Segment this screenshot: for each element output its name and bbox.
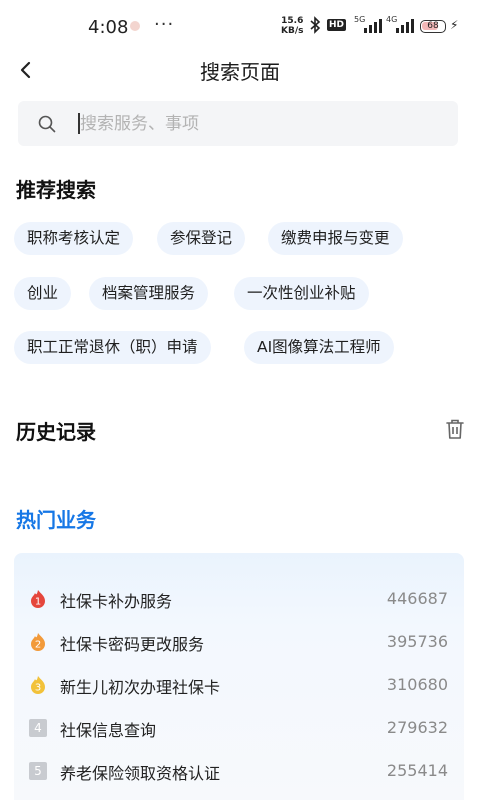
svg-text:3: 3 xyxy=(35,683,41,694)
rank-badge: 4 xyxy=(29,719,47,737)
hot-item-count: 279632 xyxy=(386,718,448,737)
recommend-tag[interactable]: 创业 xyxy=(14,277,72,310)
net-speed-unit: KB/s xyxy=(281,26,304,36)
hot-item-name: 社保信息查询 xyxy=(60,721,157,740)
svg-text:2: 2 xyxy=(35,640,41,651)
hot-list-item[interactable]: 3 新生儿初次办理社保卡 310680 xyxy=(14,670,464,700)
hd-badge-icon: HD xyxy=(327,19,347,31)
bluetooth-icon xyxy=(310,16,321,34)
more-notifications-icon: ··· xyxy=(154,14,175,35)
recommend-title: 推荐搜索 xyxy=(16,178,96,202)
trash-icon[interactable] xyxy=(443,417,467,441)
hot-item-count: 310680 xyxy=(386,675,448,694)
hot-item-count: 395736 xyxy=(386,632,448,651)
status-bar: 4:08 ··· 15.6 KB/s HD 5G 4G 68 ⚡ xyxy=(0,0,480,52)
page-title: 搜索页面 xyxy=(200,60,280,84)
battery-level: 68 xyxy=(427,21,439,31)
charging-icon: ⚡ xyxy=(450,18,459,32)
hot-list-item[interactable]: 5 养老保险领取资格认证 255414 xyxy=(14,756,464,786)
signal-icon xyxy=(364,19,382,33)
rank-2-flame-icon: 2 xyxy=(31,633,45,651)
hot-item-name: 新生儿初次办理社保卡 xyxy=(60,678,221,697)
search-input[interactable] xyxy=(80,101,440,146)
rank-badge: 5 xyxy=(29,762,47,780)
hot-list: 1 社保卡补办服务 446687 2 社保卡密码更改服务 395736 3 新生… xyxy=(14,553,464,800)
rank-1-flame-icon: 1 xyxy=(31,590,45,608)
hot-list-item[interactable]: 4 社保信息查询 279632 xyxy=(14,713,464,743)
hot-item-name: 社保卡补办服务 xyxy=(60,592,173,611)
svg-text:1: 1 xyxy=(35,597,41,608)
recommend-tag[interactable]: 职称考核认定 xyxy=(14,222,134,255)
search-icon xyxy=(38,115,56,133)
notification-dot-icon xyxy=(130,21,140,31)
net-speed-value: 15.6 xyxy=(281,16,304,26)
hot-item-count: 255414 xyxy=(386,761,448,780)
search-bar[interactable] xyxy=(18,101,458,146)
recommend-tag[interactable]: 一次性创业补贴 xyxy=(234,277,369,310)
recommend-tag[interactable]: 档案管理服务 xyxy=(89,277,209,310)
recommend-tag[interactable]: 职工正常退休（职）申请 xyxy=(14,331,211,364)
hot-list-item[interactable]: 1 社保卡补办服务 446687 xyxy=(14,584,464,614)
hot-title: 热门业务 xyxy=(16,508,96,532)
battery-icon: 68 xyxy=(420,20,446,33)
signal-icon-2 xyxy=(396,19,414,33)
status-time: 4:08 xyxy=(88,17,129,38)
hot-list-item[interactable]: 2 社保卡密码更改服务 395736 xyxy=(14,627,464,657)
net-speed: 15.6 KB/s xyxy=(281,16,303,36)
recommend-tag[interactable]: 缴费申报与变更 xyxy=(268,222,403,255)
recommend-tag[interactable]: AI图像算法工程师 xyxy=(244,331,394,364)
hot-item-count: 446687 xyxy=(386,589,448,608)
rank-3-flame-icon: 3 xyxy=(31,676,45,694)
header: 搜索页面 xyxy=(0,52,480,88)
history-title: 历史记录 xyxy=(16,420,96,444)
hot-item-name: 养老保险领取资格认证 xyxy=(60,764,221,783)
hot-item-name: 社保卡密码更改服务 xyxy=(60,635,205,654)
recommend-tag[interactable]: 参保登记 xyxy=(157,222,246,255)
